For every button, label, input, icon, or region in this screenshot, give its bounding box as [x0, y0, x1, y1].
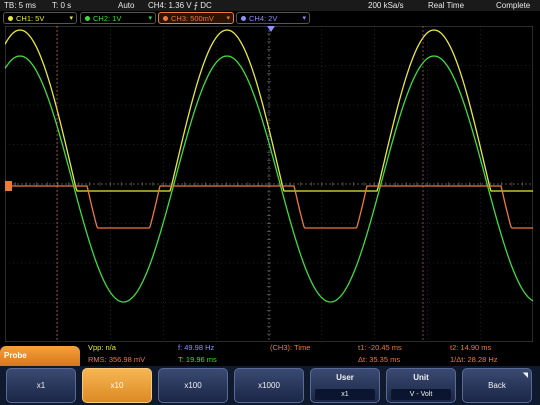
period-readout: T: 19.96 ms: [178, 355, 217, 364]
t2-readout: t2: 14.90 ms: [450, 343, 492, 352]
rms-readout: RMS: 356.98 mV: [88, 355, 146, 364]
corner-arrow-icon: ◥: [522, 372, 528, 379]
frequency-readout: f: 49.98 Hz: [178, 343, 215, 352]
unit-button[interactable]: Unit V - Volt: [386, 368, 456, 403]
channel-tab-ch4[interactable]: CH4: 2V ▾: [236, 12, 310, 24]
waveform-canvas[interactable]: [5, 26, 533, 342]
probe-x1000-button[interactable]: x1000: [234, 368, 304, 403]
trigger-mode-readout[interactable]: Auto: [118, 0, 134, 11]
timebase-readout[interactable]: TB: 5 ms: [4, 0, 36, 11]
softkey-bar: x1 x10 x100 x1000 User x1 Unit V - Volt …: [0, 366, 540, 405]
ch4-dot-icon: [241, 16, 246, 21]
unit-value: V - Volt: [391, 389, 451, 400]
channel-tab-ch1[interactable]: CH1: 5V ▾: [3, 12, 77, 24]
acquisition-status: Complete: [496, 1, 531, 10]
acquisition-mode-readout[interactable]: Real Time: [428, 0, 464, 11]
user-probe-button[interactable]: User x1: [310, 368, 380, 403]
sample-rate-readout[interactable]: 200 kSa/s: [368, 0, 404, 11]
back-button[interactable]: Back ◥: [462, 368, 532, 403]
ch2-dot-icon: [85, 16, 90, 21]
channel-tab-ch3[interactable]: CH3: 500mV ▾: [158, 12, 234, 24]
trigger-readout[interactable]: CH4: 1.36 V ⨍ DC: [148, 0, 212, 11]
dropdown-icon: ▾: [69, 15, 73, 22]
measurement-panel: Vpp: n/a RMS: 356.98 mV f: 49.98 Hz T: 1…: [0, 342, 540, 366]
menu-title-tab: Probe: [0, 346, 80, 366]
dropdown-icon: ▾: [226, 15, 230, 22]
dropdown-icon: ▾: [148, 15, 152, 22]
status-bar: TB: 5 ms T: 0 s Auto CH4: 1.36 V ⨍ DC 20…: [0, 0, 540, 11]
ch3-dot-icon: [163, 16, 168, 21]
ch1-dot-icon: [8, 16, 13, 21]
t1-readout: t1: -20.45 ms: [358, 343, 402, 352]
channel-bar: CH1: 5V ▾ CH2: 1V ▾ CH3: 500mV ▾ CH4: 2V ▾: [0, 11, 540, 25]
ch3-ground-marker: [5, 181, 12, 191]
probe-x1-button[interactable]: x1: [6, 368, 76, 403]
vpp-readout: Vpp: n/a: [88, 343, 116, 352]
user-probe-value: x1: [315, 389, 375, 400]
probe-x100-button[interactable]: x100: [158, 368, 228, 403]
dropdown-icon: ▾: [302, 15, 306, 22]
delta-t-readout: Δt: 35.35 ms: [358, 355, 401, 364]
time-offset-readout[interactable]: T: 0 s: [52, 0, 71, 11]
inverse-delta-t-readout: 1/Δt: 28.28 Hz: [450, 355, 498, 364]
channel-tab-ch2[interactable]: CH2: 1V ▾: [80, 12, 156, 24]
probe-x10-button[interactable]: x10: [82, 368, 152, 403]
cursor-source-readout: (CH3): Time: [270, 343, 311, 352]
waveform-display[interactable]: [5, 26, 533, 342]
